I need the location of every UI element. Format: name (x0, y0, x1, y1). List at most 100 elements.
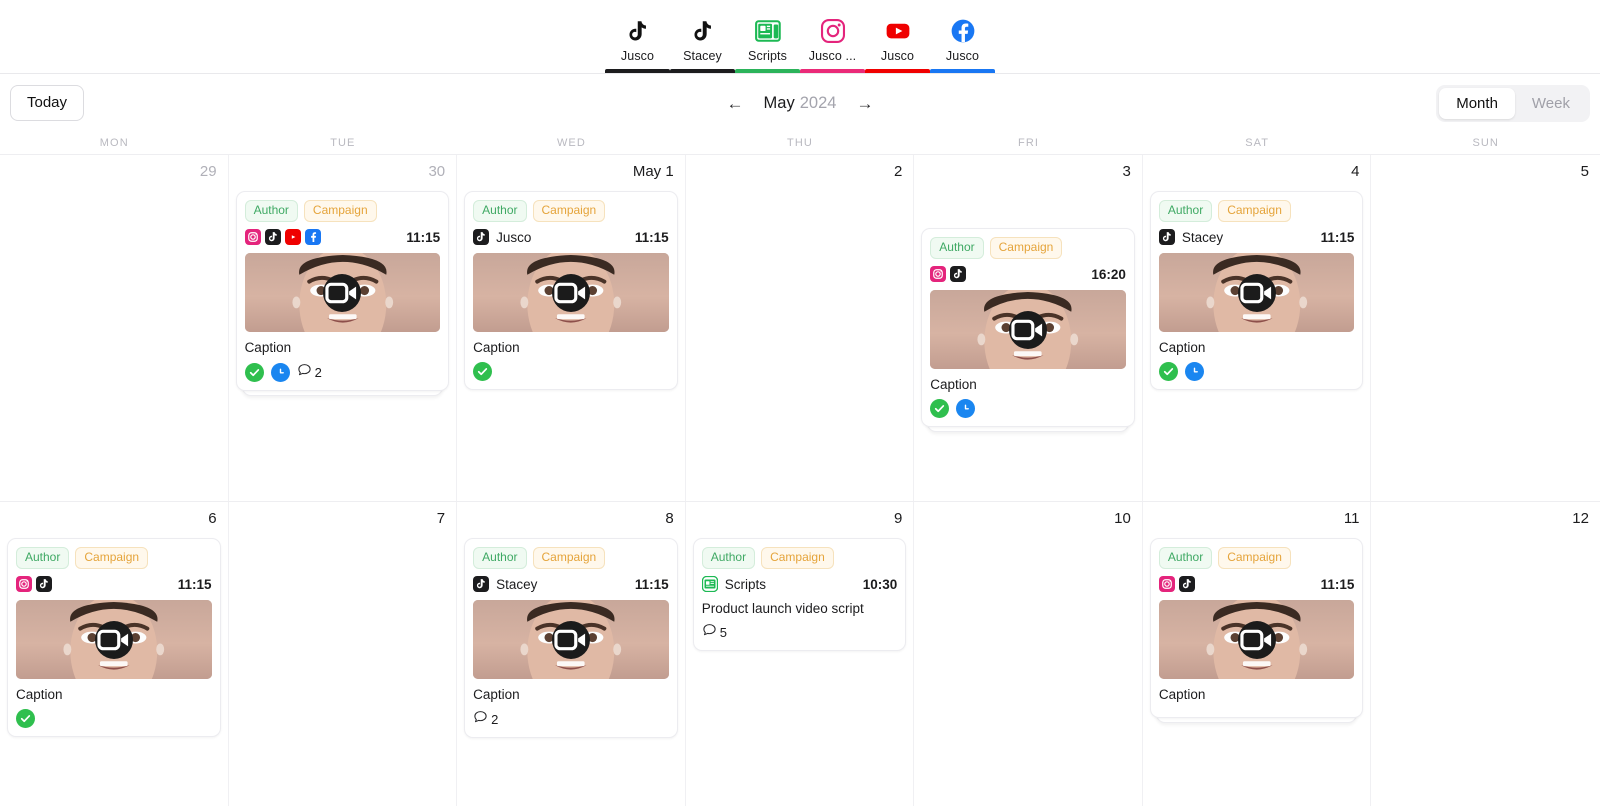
video-play-icon[interactable] (551, 620, 590, 659)
status-row (16, 709, 212, 729)
author-chip[interactable]: Author (701, 547, 756, 569)
today-button[interactable]: Today (10, 85, 85, 121)
calendar-day-cell[interactable]: 11 Author Campaign 11:15 Caption (1143, 502, 1372, 806)
weekday-label-sat: SAT (1245, 137, 1270, 149)
account-tab-stacey[interactable]: Stacey (670, 0, 735, 73)
card-meta-row: Stacey 11:15 (1158, 228, 1355, 246)
card-meta-row: Stacey 11:15 (473, 575, 669, 593)
calendar-day-cell[interactable]: May 1 Author Campaign Jusco 11:15 Captio… (457, 155, 686, 501)
campaign-chip[interactable]: Campaign (1218, 200, 1291, 222)
calendar-day-cell[interactable]: 2 (686, 155, 915, 501)
author-chip[interactable]: Author (1158, 547, 1213, 569)
author-chip[interactable]: Author (473, 547, 527, 569)
event-card-slot: Author Campaign Stacey 11:15 (1143, 191, 1371, 391)
event-card[interactable]: Author Campaign 11:15 (7, 538, 221, 738)
account-name-label: Stacey (496, 576, 538, 592)
calendar-day-cell[interactable]: 30 Author Campaign 11:15 Caption 2 (229, 155, 458, 501)
comment-indicator[interactable]: 2 (297, 362, 322, 382)
calendar-day-cell[interactable]: 10 (914, 502, 1143, 806)
calendar-day-cell[interactable]: 4 Author Campaign Stacey 11:15 Caption (1143, 155, 1372, 501)
calendar-day-cell[interactable]: 7 (229, 502, 458, 806)
video-play-icon[interactable] (1237, 273, 1276, 312)
campaign-chip[interactable]: Campaign (1218, 547, 1291, 569)
campaign-chip[interactable]: Campaign (761, 547, 834, 569)
video-play-icon[interactable] (1237, 620, 1276, 659)
calendar-day-cell[interactable]: 6 Author Campaign 11:15 Caption (0, 502, 229, 806)
day-number: 8 (665, 510, 674, 527)
next-month-arrow-icon[interactable]: → (852, 93, 877, 114)
youtube-icon (885, 18, 911, 44)
account-tab-jusco[interactable]: Jusco (605, 0, 670, 73)
event-card[interactable]: Author Campaign Scripts 10:30 Product lau… (692, 538, 907, 652)
video-play-icon[interactable] (1009, 310, 1048, 349)
scripts-icon (701, 575, 718, 593)
event-card[interactable]: Author Campaign Stacey 11:15 (464, 538, 678, 739)
author-chip[interactable]: Author (244, 200, 298, 222)
event-card-slot: Author Campaign Stacey 11:15 (457, 538, 685, 739)
approved-check-icon (244, 362, 264, 382)
event-card[interactable]: Author Campaign 11:15 (235, 191, 450, 392)
tab-month-view[interactable]: Month (1439, 87, 1515, 119)
tab-week-view[interactable]: Week (1515, 88, 1587, 119)
comment-indicator[interactable]: 5 (702, 622, 727, 642)
approved-check-icon (1158, 362, 1178, 382)
accounts-tab-bar: Jusco Stacey Scripts Jusco ... Jusco Jus… (0, 0, 1600, 74)
tag-chip-row: Author Campaign (1158, 547, 1355, 569)
tiktok-icon (950, 266, 967, 282)
account-tab-jusco[interactable]: Jusco ... (800, 0, 865, 73)
media-thumbnail[interactable] (930, 290, 1126, 369)
calendar-day-cell[interactable]: 3 Author Campaign 16:20 Caption (914, 155, 1143, 501)
event-card[interactable]: Author Campaign 11:15 (1149, 538, 1364, 719)
page-title: May 2024 (764, 94, 837, 113)
author-chip[interactable]: Author (473, 200, 527, 222)
video-play-icon[interactable] (323, 273, 362, 312)
day-number: 30 (428, 163, 446, 180)
campaign-chip[interactable]: Campaign (532, 200, 606, 222)
calendar-day-cell[interactable]: 5 (1371, 155, 1600, 501)
youtube-icon (284, 229, 301, 245)
instagram-icon (930, 266, 947, 282)
campaign-chip[interactable]: Campaign (303, 200, 377, 222)
author-chip[interactable]: Author (16, 547, 70, 569)
scheduled-time: 11:15 (1320, 229, 1355, 245)
media-thumbnail[interactable] (16, 600, 212, 679)
caption-label: Caption (1158, 687, 1206, 702)
campaign-chip[interactable]: Campaign (989, 237, 1063, 259)
account-tab-indicator (930, 69, 995, 73)
account-tab-jusco[interactable]: Jusco (930, 0, 995, 73)
calendar-day-cell[interactable]: 8 Author Campaign Stacey 11:15 Caption 2 (457, 502, 686, 806)
media-thumbnail[interactable] (1158, 600, 1355, 679)
account-name-label: Scripts (724, 576, 766, 592)
media-thumbnail[interactable] (473, 600, 669, 679)
tiktok-icon (36, 576, 52, 592)
tag-chip-row: Author Campaign (930, 237, 1126, 259)
platform-icon-group (16, 576, 52, 592)
caption-label: Caption (473, 687, 520, 702)
account-tab-scripts[interactable]: Scripts (735, 0, 800, 73)
campaign-chip[interactable]: Campaign (532, 547, 606, 569)
calendar-day-cell[interactable]: 9 Author Campaign Scripts 10:30 Product l… (686, 502, 915, 806)
event-card-slot: Author Campaign 11:15 (0, 538, 228, 738)
media-thumbnail[interactable] (473, 253, 669, 332)
comment-indicator[interactable]: 2 (473, 709, 498, 729)
campaign-chip[interactable]: Campaign (75, 547, 149, 569)
calendar-toolbar: Today ← May 2024 → Month Week (0, 74, 1600, 132)
weekday-label-mon: MON (99, 137, 129, 149)
media-thumbnail[interactable] (1158, 253, 1355, 332)
event-card[interactable]: Author Campaign Jusco 11:15 Caption (464, 191, 678, 391)
calendar-day-cell[interactable]: 12 (1371, 502, 1600, 806)
video-play-icon[interactable] (94, 620, 133, 659)
month-navigator: ← May 2024 → (0, 93, 1600, 114)
media-thumbnail[interactable] (244, 253, 441, 332)
account-tab-indicator (800, 69, 865, 73)
author-chip[interactable]: Author (930, 237, 984, 259)
account-tab-indicator (865, 69, 930, 73)
author-chip[interactable]: Author (1158, 200, 1213, 222)
event-card[interactable]: Author Campaign 16:20 Caption (921, 228, 1135, 428)
instagram-icon (1158, 576, 1175, 592)
calendar-day-cell[interactable]: 29 (0, 155, 229, 501)
account-tab-jusco[interactable]: Jusco (865, 0, 930, 73)
event-card[interactable]: Author Campaign Stacey 11:15 (1149, 191, 1364, 391)
video-play-icon[interactable] (551, 273, 590, 312)
prev-month-arrow-icon[interactable]: ← (723, 93, 748, 114)
